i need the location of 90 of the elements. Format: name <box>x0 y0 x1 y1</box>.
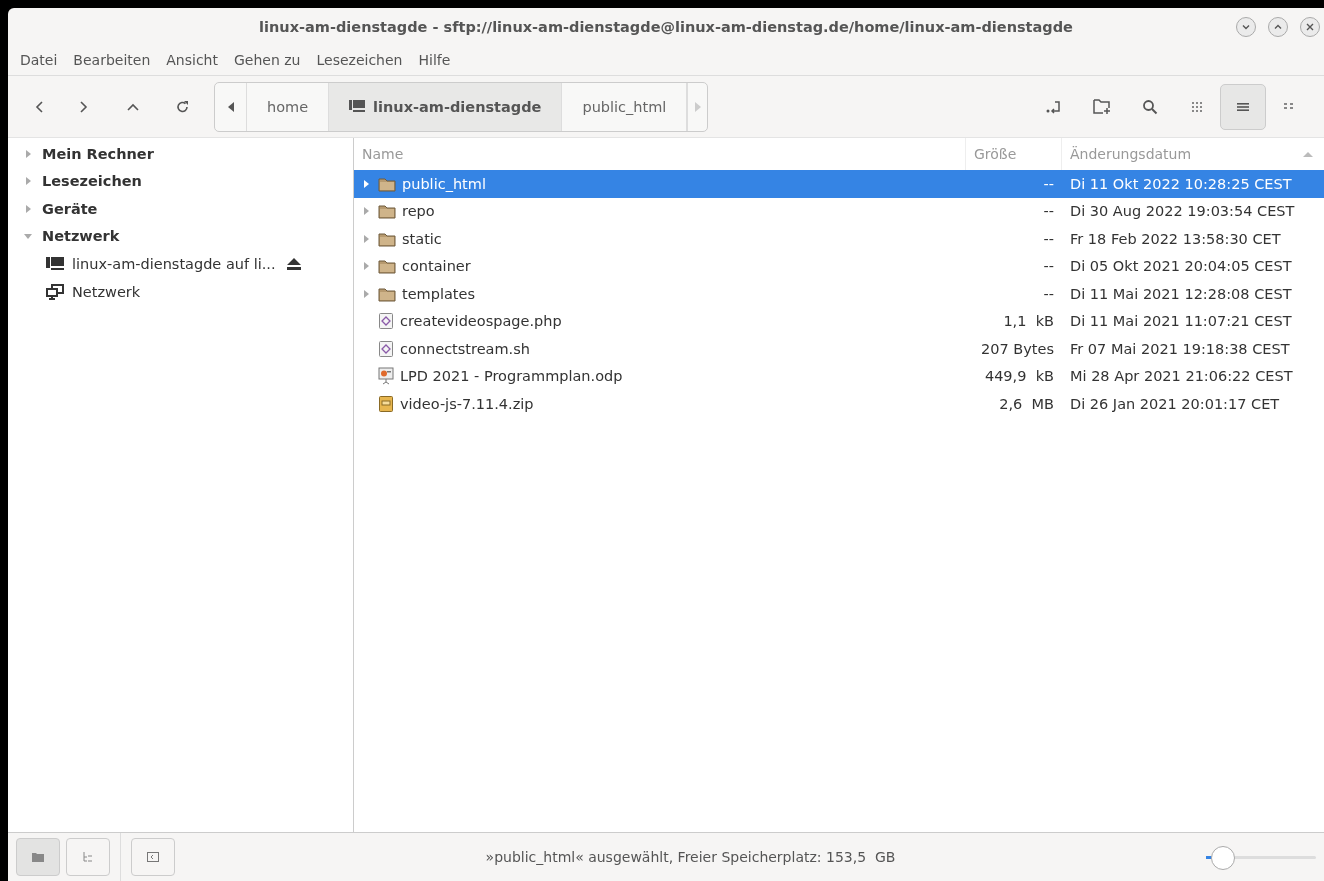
window-title: linux-am-dienstagde - sftp://linux-am-dienstagde@linux-am-dienstag.de/home/linux-am-dienstagde <box>259 18 1073 35</box>
minimize-button[interactable] <box>1236 17 1256 37</box>
path-button[interactable]: public_html <box>562 82 688 131</box>
close-icon <box>1305 22 1315 32</box>
file-name: LPD 2021 - Programmplan.odp <box>400 368 623 385</box>
icon-view-icon <box>1191 100 1203 113</box>
new-folder-icon <box>1092 98 1112 115</box>
side-pane-button[interactable] <box>16 838 60 876</box>
file-size: -- <box>1042 230 1055 247</box>
file-row[interactable]: public_html -- Di 11 Okt 2022 10:28:25 CEST <box>354 170 1324 198</box>
file-size: -- <box>1042 203 1055 220</box>
file-row[interactable]: createvideospage.php 1,1 kB Di 11 Mai 2021 11:07:21 CEST <box>354 307 1324 335</box>
file-row[interactable]: templates -- Di 11 Mai 2021 12:28:08 CEST <box>354 280 1324 308</box>
modified-date: Di 11 Mai 2021 11:07:21 CEST <box>1069 313 1293 330</box>
side-pane-button[interactable] <box>66 838 110 876</box>
file-row[interactable]: static -- Fr 18 Feb 2022 13:58:30 CET <box>354 225 1324 253</box>
sidebar-toggle-icon <box>147 852 159 862</box>
file-size: 1,1 kB <box>1002 313 1055 330</box>
modified-date: Di 11 Okt 2022 10:28:25 CEST <box>1069 175 1293 192</box>
sidebar-section[interactable]: Mein Rechner <box>8 140 353 168</box>
file-name: container <box>402 258 471 275</box>
path-button[interactable]: linux-am-dienstagde <box>329 82 563 131</box>
presentation-icon <box>378 367 394 386</box>
folder-icon <box>378 230 396 247</box>
list-view-icon <box>1237 100 1249 113</box>
reload-icon <box>176 99 190 114</box>
modified-date: Di 30 Aug 2022 19:03:54 CEST <box>1069 203 1296 220</box>
file-size: -- <box>1042 175 1055 192</box>
file-name: templates <box>402 285 475 302</box>
maximize-button[interactable] <box>1268 17 1288 37</box>
close-button[interactable] <box>1300 17 1320 37</box>
search-icon <box>1142 98 1158 115</box>
view-mode-button[interactable] <box>1220 83 1266 130</box>
script-file-icon <box>378 312 394 331</box>
menu-item[interactable]: Datei <box>12 52 66 68</box>
file-size: -- <box>1042 285 1055 302</box>
modified-date: Di 26 Jan 2021 20:01:17 CET <box>1069 395 1281 412</box>
remote-computer-icon <box>349 99 366 114</box>
file-name: public_html <box>402 175 486 192</box>
folder-icon <box>378 175 396 192</box>
file-name: static <box>402 230 442 247</box>
file-size: -- <box>1042 258 1055 275</box>
sidebar-section[interactable]: Geräte <box>8 195 353 223</box>
file-row[interactable]: LPD 2021 - Programmplan.odp 449,9 kB Mi 28 Apr 2021 21:06:22 CEST <box>354 362 1324 390</box>
menu-item[interactable]: Ansicht <box>158 52 226 68</box>
archive-file-icon <box>378 394 394 413</box>
folder-icon <box>378 203 396 220</box>
file-row[interactable]: repo -- Di 30 Aug 2022 19:03:54 CEST <box>354 197 1324 225</box>
file-name: connectstream.sh <box>400 340 530 357</box>
file-row[interactable]: connectstream.sh 207 Bytes Fr 07 Mai 2021 19:18:38 CEST <box>354 335 1324 363</box>
eject-icon[interactable] <box>286 257 302 271</box>
file-size: 207 Bytes <box>980 340 1055 357</box>
modified-date: Di 11 Mai 2021 12:28:08 CEST <box>1069 285 1293 302</box>
modified-date: Fr 18 Feb 2022 13:58:30 CET <box>1069 230 1282 247</box>
file-size: 2,6 MB <box>998 395 1055 412</box>
menu-item[interactable]: Lesezeichen <box>308 52 411 68</box>
file-name: repo <box>402 203 435 220</box>
chevron-down-icon <box>1241 22 1251 32</box>
file-size: 449,9 kB <box>983 368 1055 385</box>
remote-computer-icon <box>46 256 64 272</box>
toggle-sidebar-button[interactable] <box>131 838 175 876</box>
sidebar-section[interactable]: Lesezeichen <box>8 167 353 195</box>
modified-date: Fr 07 Mai 2021 19:18:38 CEST <box>1069 340 1291 357</box>
file-row[interactable]: video-js-7.11.4.zip 2,6 MB Di 26 Jan 2021 20:01:17 CET <box>354 390 1324 418</box>
return-arrow-icon <box>1046 99 1062 114</box>
zoom-slider[interactable] <box>1206 845 1316 869</box>
forward-icon <box>77 99 89 114</box>
network-icon <box>46 284 64 300</box>
modified-date: Di 05 Okt 2021 20:04:05 CEST <box>1069 258 1293 275</box>
file-name: video-js-7.11.4.zip <box>400 395 534 412</box>
chevron-up-icon <box>1273 22 1283 32</box>
folder-icon <box>378 258 396 275</box>
file-row[interactable]: container -- Di 05 Okt 2021 20:04:05 CEST <box>354 252 1324 280</box>
folder-icon <box>378 285 396 302</box>
sort-ascending-icon[interactable] <box>1302 150 1314 158</box>
left-triangle-icon <box>226 100 235 113</box>
menu-item[interactable]: Hilfe <box>410 52 459 68</box>
modified-date: Mi 28 Apr 2021 21:06:22 CEST <box>1069 368 1294 385</box>
tree-icon <box>82 851 94 863</box>
sidebar-item[interactable]: linux-am-dienstagde auf li... <box>8 250 308 278</box>
sidebar-section[interactable]: Netzwerk <box>8 222 353 250</box>
menu-item[interactable]: Bearbeiten <box>65 52 159 68</box>
folder-icon <box>32 852 44 862</box>
sidebar-item[interactable]: Netzwerk <box>8 278 308 306</box>
back-icon <box>34 99 46 114</box>
status-text: »public_html« ausgewählt, Freier Speicherplatz: 153,5 GB <box>484 849 897 865</box>
right-triangle-icon <box>693 100 702 113</box>
menu-item[interactable]: Gehen zu <box>226 52 309 68</box>
script-file-icon <box>378 339 394 358</box>
file-name: createvideospage.php <box>400 313 562 330</box>
